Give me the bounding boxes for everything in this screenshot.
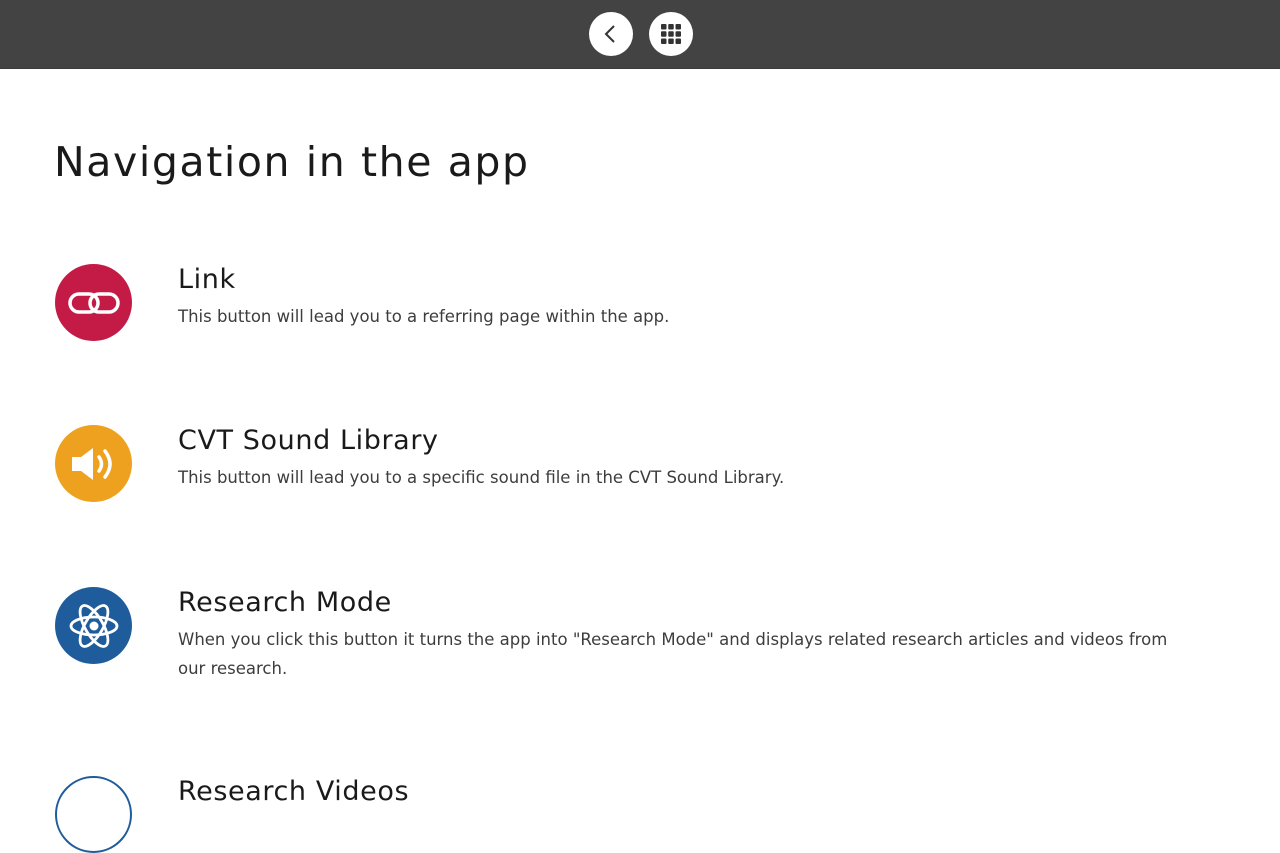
back-button[interactable]	[589, 12, 633, 56]
speaker-icon	[71, 447, 112, 480]
link-icon	[67, 291, 120, 314]
item-description: This button will lead you to a specific …	[178, 468, 785, 487]
menu-grid-button[interactable]	[649, 12, 693, 56]
item-title: Research Videos	[178, 776, 410, 807]
item-description: When you click this button it turns the …	[178, 630, 1168, 678]
chevron-left-icon	[604, 25, 615, 43]
sound-badge	[55, 425, 132, 502]
page-title: Navigation in the app	[54, 138, 530, 186]
item-title: Research Mode	[178, 587, 392, 618]
item-title: CVT Sound Library	[178, 425, 439, 456]
item-title: Link	[178, 264, 236, 295]
research-badge	[55, 587, 132, 664]
item-description: This button will lead you to a referring…	[178, 307, 670, 326]
link-badge	[55, 264, 132, 341]
grid-icon	[661, 24, 681, 44]
atom-icon	[69, 603, 118, 648]
top-bar	[0, 0, 1280, 69]
video-badge	[55, 776, 132, 853]
